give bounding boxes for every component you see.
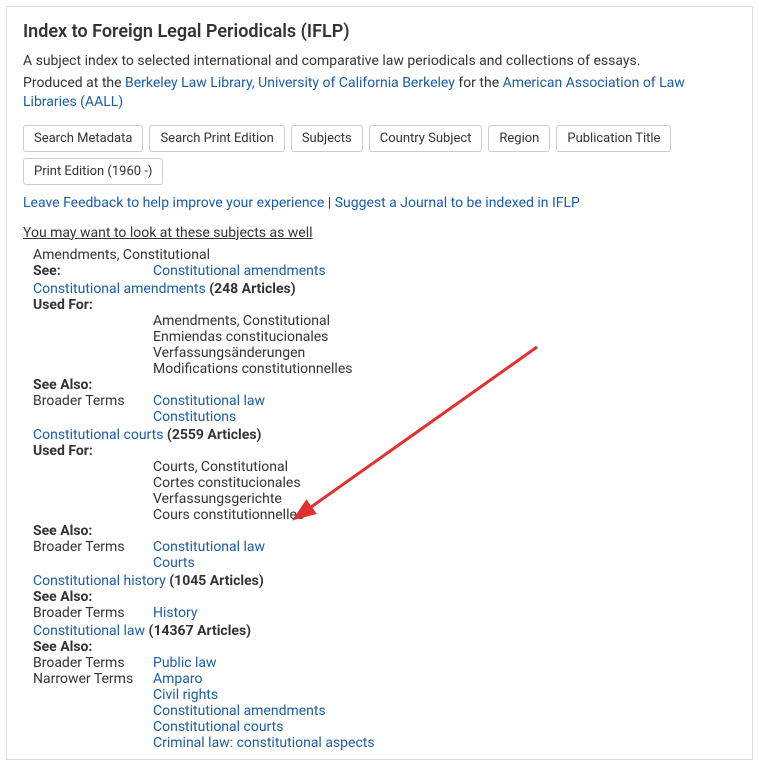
used-for-term: Courts, Constitutional [153,459,736,475]
see-also-label: See Also: [33,523,736,539]
tab-subjects[interactable]: Subjects [291,125,363,152]
narrower-link[interactable]: Amparo [153,671,736,687]
broader-label: Broader Terms [33,605,153,621]
tab-publication-title[interactable]: Publication Title [556,125,671,152]
article-count: (248 Articles) [206,281,296,297]
subject-link[interactable]: Constitutional amendments [33,281,206,297]
narrower-link[interactable]: Constitutional amendments [153,703,736,719]
article-count: (1045 Articles) [166,573,264,589]
used-for-term: Modifications constitutionnelles [153,361,736,377]
used-for-term: Amendments, Constitutional [153,313,736,329]
used-for-term: Verfassungsänderungen [153,345,736,361]
produced-prefix: Produced at the [23,75,125,91]
for-text: for the [455,75,503,91]
broader-link[interactable]: Public law [153,655,736,671]
see-also-label: See Also: [33,377,736,393]
used-for-term: Verfassungsgerichte [153,491,736,507]
broader-link[interactable]: Constitutional law [153,393,736,409]
broader-link[interactable]: Constitutions [153,409,736,425]
see-link[interactable]: Constitutional amendments [153,263,326,279]
intro-line-1: A subject index to selected internationa… [23,52,736,72]
subject-heading: Amendments, Constitutional [33,247,736,263]
leave-feedback-link[interactable]: Leave Feedback to help improve your expe… [23,195,324,211]
broader-label: Broader Terms [33,539,153,571]
see-label: See: [33,263,153,279]
suggest-journal-link[interactable]: Suggest a Journal to be indexed in IFLP [335,195,580,211]
tab-print-edition[interactable]: Print Edition (1960 -) [23,158,163,185]
used-for-term: Cortes constitucionales [153,475,736,491]
tab-search-metadata[interactable]: Search Metadata [23,125,143,152]
narrower-link[interactable]: Constitutional courts [153,719,736,735]
used-for-label: Used For: [33,297,736,313]
broader-label: Broader Terms [33,393,153,425]
broader-link[interactable]: Constitutional law [153,539,736,555]
page-title: Index to Foreign Legal Periodicals (IFLP… [23,21,736,42]
subject-list: Amendments, Constitutional See: Constitu… [33,247,736,751]
used-for-term: Enmiendas constitucionales [153,329,736,345]
feedback-sep: | [324,195,334,211]
narrower-label: Narrower Terms [33,671,153,751]
tab-search-print-edition[interactable]: Search Print Edition [149,125,284,152]
broader-label: Broader Terms [33,655,153,671]
subject-link[interactable]: Constitutional law [33,623,145,639]
used-for-term: Cours constitutionnelles [153,507,736,523]
subject-link[interactable]: Constitutional courts [33,427,163,443]
main-panel: Index to Foreign Legal Periodicals (IFLP… [6,6,753,760]
tab-region[interactable]: Region [488,125,550,152]
subjects-hint[interactable]: You may want to look at these subjects a… [23,225,313,241]
tab-country-subject[interactable]: Country Subject [369,125,483,152]
feedback-line: Leave Feedback to help improve your expe… [23,195,736,211]
tab-bar: Search Metadata Search Print Edition Sub… [23,125,736,185]
intro-line-2: Produced at the Berkeley Law Library, Un… [23,74,736,113]
broader-link[interactable]: Courts [153,555,736,571]
used-for-label: Used For: [33,443,736,459]
berkeley-link[interactable]: Berkeley Law Library, University of Cali… [125,75,455,91]
subject-link[interactable]: Constitutional history [33,573,166,589]
see-also-label: See Also: [33,589,736,605]
narrower-link[interactable]: Criminal law: constitutional aspects [153,735,736,751]
narrower-link[interactable]: Civil rights [153,687,736,703]
broader-link[interactable]: History [153,605,736,621]
see-also-label: See Also: [33,639,736,655]
article-count: (14367 Articles) [145,623,251,639]
article-count: (2559 Articles) [163,427,261,443]
